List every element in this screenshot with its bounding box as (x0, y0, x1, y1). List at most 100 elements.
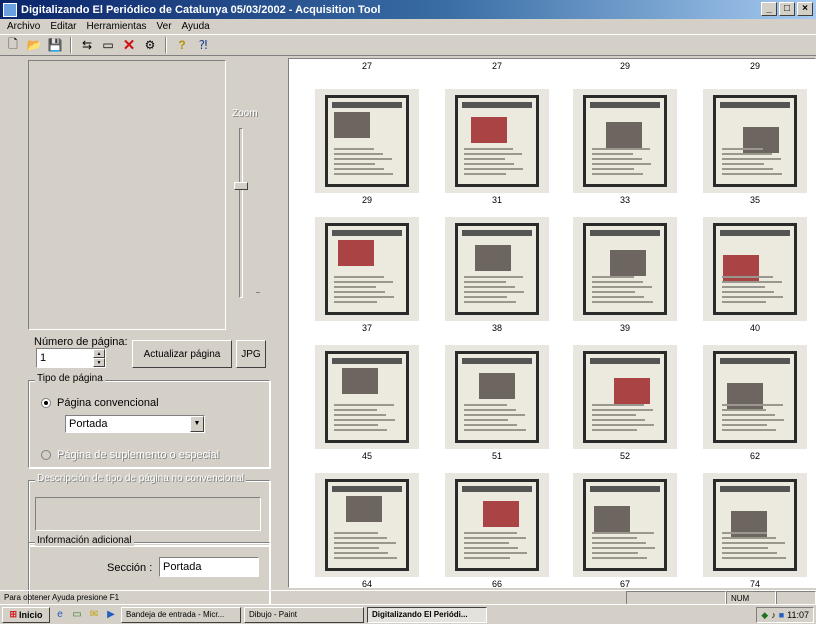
menu-archivo[interactable]: Archivo (2, 21, 45, 32)
newspaper-sheet (328, 98, 406, 184)
tray-app-icon[interactable]: ■ (779, 610, 784, 620)
masthead-mark (462, 486, 532, 492)
thumbnail-item[interactable]: 66 (441, 459, 553, 587)
text-line-mark (592, 301, 653, 303)
zoom-slider-thumb[interactable] (234, 182, 248, 190)
special-page-radio: Página de suplemento o especial (41, 449, 219, 461)
media-icon[interactable]: ▶ (104, 608, 118, 622)
network-icon[interactable]: ◆ (761, 610, 768, 621)
masthead-mark (590, 230, 660, 236)
desktop-icon[interactable]: ▭ (70, 608, 84, 622)
page-thumbnail[interactable] (573, 89, 677, 193)
maximize-button[interactable]: □ (779, 2, 795, 16)
masthead-mark (590, 486, 660, 492)
text-line-mark (464, 158, 505, 160)
chevron-down-icon[interactable]: ▼ (190, 416, 204, 432)
page-thumbnail[interactable] (445, 345, 549, 449)
page-thumbnail[interactable] (703, 345, 807, 449)
page-thumbnail[interactable] (315, 89, 419, 193)
thumbnail-item[interactable]: 27 29 (311, 61, 423, 205)
page-thumbnail[interactable] (315, 217, 419, 321)
start-button[interactable]: ⊞ Inicio (2, 606, 50, 623)
conventional-page-radio[interactable]: Página convencional (41, 397, 159, 409)
page-thumbnail[interactable] (573, 217, 677, 321)
status-panel (626, 591, 726, 605)
spin-down-icon[interactable]: ▼ (93, 358, 105, 367)
page-thumbnail[interactable] (703, 473, 807, 577)
page-thumbnail[interactable] (573, 473, 677, 577)
thumbnail-item[interactable]: 62 (699, 331, 811, 461)
jpg-button[interactable]: JPG (236, 340, 266, 368)
page-thumbnail[interactable] (573, 345, 677, 449)
task-paint[interactable]: Dibujo - Paint (244, 606, 364, 623)
ie-icon[interactable]: e (53, 608, 67, 622)
thumbnail-item[interactable]: 52 (569, 331, 681, 461)
page-thumbnail[interactable] (315, 345, 419, 449)
volume-icon[interactable]: ♪ (771, 610, 776, 620)
title-bar[interactable]: Digitalizando El Periódico de Catalunya … (0, 0, 816, 19)
thumbnail-item[interactable]: 51 (441, 331, 553, 461)
page-thumbnail[interactable] (703, 217, 807, 321)
text-line-mark (722, 552, 777, 554)
outlook-icon[interactable]: ✉ (87, 608, 101, 622)
text-line-mark (592, 409, 653, 411)
thumbnail-item[interactable]: 67 (569, 459, 681, 587)
newspaper-page-image (455, 223, 539, 315)
thumbnail-item[interactable]: 64 (311, 459, 423, 587)
newspaper-sheet (716, 226, 794, 312)
text-line-mark (464, 419, 508, 421)
page-thumbnail[interactable] (703, 89, 807, 193)
newspaper-page-image (583, 479, 667, 571)
page-thumbnail[interactable] (445, 473, 549, 577)
text-line-mark (464, 163, 514, 165)
page-thumbnail[interactable] (445, 217, 549, 321)
close-button[interactable]: × (797, 2, 813, 16)
move-pages-icon[interactable]: ⇆ (78, 36, 96, 54)
page-thumbnail[interactable] (315, 473, 419, 577)
status-panel (776, 591, 816, 605)
thumbnail-item[interactable]: 39 (569, 203, 681, 333)
text-line-mark (722, 537, 776, 539)
zoom-label: Zoom (232, 108, 258, 119)
newspaper-sheet (586, 98, 664, 184)
masthead-mark (590, 102, 660, 108)
help-icon[interactable]: ? (173, 36, 191, 54)
page-thumbnail[interactable] (445, 89, 549, 193)
section-input[interactable]: Portada (159, 557, 259, 577)
text-line-mark (592, 276, 634, 278)
menu-ver[interactable]: Ver (152, 21, 177, 32)
new-document-icon[interactable]: 🗋 (4, 36, 22, 54)
open-folder-icon[interactable]: 📂 (25, 36, 43, 54)
text-line-mark (592, 537, 637, 539)
save-icon[interactable]: 💾 (46, 36, 64, 54)
text-line-mark (722, 286, 765, 288)
spin-up-icon[interactable]: ▲ (93, 349, 105, 358)
thumbnail-item[interactable]: 40 (699, 203, 811, 333)
update-page-button[interactable]: Actualizar página (132, 340, 232, 368)
task-inbox[interactable]: Bandeja de entrada - Micr... (121, 606, 241, 623)
page-number-spinner[interactable]: ▲ ▼ (93, 349, 105, 367)
thumbnail-item[interactable]: 74 (699, 459, 811, 587)
photo-mark (606, 122, 642, 148)
radio-selected-icon[interactable] (41, 398, 51, 408)
minimize-button[interactable]: _ (761, 2, 777, 16)
settings-icon[interactable]: ⚙ (141, 36, 159, 54)
task-digitalizando[interactable]: Digitalizando El Periódi... (367, 606, 487, 623)
context-help-icon[interactable]: ⁈ (194, 36, 212, 54)
thumbnail-item[interactable]: 27 31 (441, 61, 553, 205)
newspaper-page-image (713, 223, 797, 315)
page-type-select[interactable]: Portada ▼ (65, 415, 205, 433)
menu-herramientas[interactable]: Herramientas (81, 21, 151, 32)
thumbnail-item[interactable]: 38 (441, 203, 553, 333)
menu-editar[interactable]: Editar (45, 21, 81, 32)
thumbnail-item[interactable]: 37 (311, 203, 423, 333)
thumbnail-item[interactable]: 45 (311, 331, 423, 461)
menu-ayuda[interactable]: Ayuda (177, 21, 215, 32)
scan-icon[interactable]: ▭ (99, 36, 117, 54)
delete-icon[interactable]: ✕ (120, 36, 138, 54)
thumbnail-item[interactable]: 29 35 (699, 61, 811, 205)
text-line-mark (334, 409, 377, 411)
zoom-slider-track[interactable] (239, 128, 243, 298)
text-line-mark (722, 276, 773, 278)
thumbnail-item[interactable]: 29 33 (569, 61, 681, 205)
